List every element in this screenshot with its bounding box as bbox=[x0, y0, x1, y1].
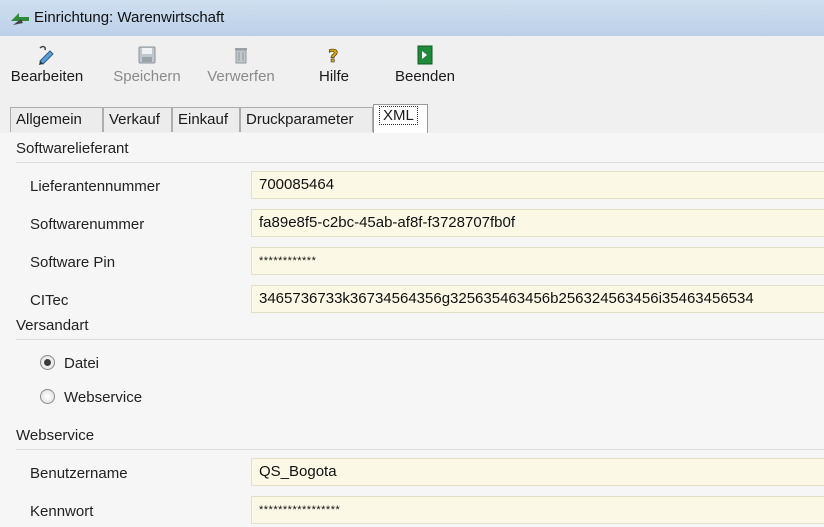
radio-webservice-label: Webservice bbox=[64, 389, 143, 406]
help-button[interactable]: ? Hilfe bbox=[310, 38, 358, 96]
exit-button-label: Beenden bbox=[394, 68, 456, 85]
exit-button[interactable]: Beenden bbox=[388, 38, 462, 96]
discard-button-label: Verwerfen bbox=[207, 68, 275, 85]
window-title: Einrichtung: Warenwirtschaft bbox=[34, 9, 225, 26]
password-field[interactable]: ***************** bbox=[251, 496, 824, 524]
tab-xml[interactable]: XML bbox=[373, 104, 428, 133]
save-button[interactable]: Speichern bbox=[105, 38, 189, 96]
exit-door-icon bbox=[417, 45, 433, 65]
app-arrow-icon bbox=[11, 13, 29, 25]
radio-datei-indicator bbox=[40, 355, 55, 370]
software-pin-field[interactable]: ************ bbox=[251, 247, 824, 275]
toolbar: Bearbeiten Speichern Verwerfen ? Hilfe B… bbox=[0, 36, 824, 100]
tab-einkauf[interactable]: Einkauf bbox=[172, 107, 240, 132]
tab-bar: Allgemein Verkauf Einkauf Druckparameter… bbox=[0, 100, 824, 134]
password-label: Kennwort bbox=[30, 503, 94, 520]
software-number-field[interactable]: fa89e8f5-c2bc-45ab-af8f-f3728707fb0f bbox=[251, 209, 824, 237]
discard-button[interactable]: Verwerfen bbox=[200, 38, 282, 96]
radio-webservice-indicator bbox=[40, 389, 55, 404]
svg-text:?: ? bbox=[328, 46, 338, 66]
supplier-number-label: Lieferantennummer bbox=[30, 178, 161, 195]
citec-label: CITec bbox=[30, 292, 69, 309]
save-button-label: Speichern bbox=[113, 68, 181, 85]
trash-icon bbox=[235, 48, 247, 64]
edit-button-label: Bearbeiten bbox=[10, 68, 84, 85]
help-question-icon: ? bbox=[328, 46, 339, 66]
supplier-number-field[interactable]: 700085464 bbox=[251, 171, 824, 199]
group-header-webservice: Webservice bbox=[16, 427, 824, 450]
xml-settings-panel: Softwarelieferant Lieferantennummer 7000… bbox=[0, 133, 824, 527]
floppy-disk-icon bbox=[138, 46, 156, 64]
username-label: Benutzername bbox=[30, 465, 128, 482]
tab-verkauf[interactable]: Verkauf bbox=[103, 107, 172, 132]
username-field[interactable]: QS_Bogota bbox=[251, 458, 824, 486]
software-number-label: Softwarenummer bbox=[30, 216, 145, 233]
group-header-versandart: Versandart bbox=[16, 317, 824, 340]
radio-webservice[interactable]: Webservice bbox=[40, 389, 142, 406]
tab-allgemein[interactable]: Allgemein bbox=[10, 107, 103, 132]
group-header-softwarelieferant: Softwarelieferant bbox=[16, 140, 824, 163]
tab-druckparameter[interactable]: Druckparameter bbox=[240, 107, 373, 132]
edit-button[interactable]: Bearbeiten bbox=[4, 38, 90, 96]
radio-datei-label: Datei bbox=[64, 355, 100, 372]
radio-datei[interactable]: Datei bbox=[40, 355, 99, 372]
help-button-label: Hilfe bbox=[318, 68, 349, 85]
citec-field[interactable]: 3465736733k36734564356g325635463456b2563… bbox=[251, 285, 824, 313]
software-pin-label: Software Pin bbox=[30, 254, 116, 271]
title-bar: Einrichtung: Warenwirtschaft bbox=[0, 0, 824, 37]
edit-pencil-icon bbox=[39, 45, 54, 65]
